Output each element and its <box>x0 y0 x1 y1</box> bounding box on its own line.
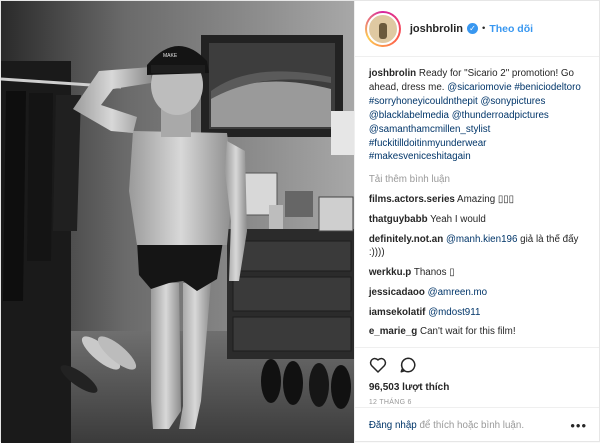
comment-username[interactable]: werkku.p <box>369 267 411 278</box>
caption-tags[interactable]: @sicariomovie #beniciodeltoro #sorryhone… <box>369 82 581 163</box>
svg-text:MAKE: MAKE <box>163 53 178 59</box>
comment-username[interactable]: iamsekolatif <box>369 307 426 318</box>
comment-username[interactable]: films.actors.series <box>369 194 455 205</box>
comment-text: Thanos ▯ <box>413 267 455 279</box>
comment-text: Yeah I would <box>430 214 486 226</box>
avatar-image <box>366 12 399 45</box>
comment-item: jessicadaoo @amreen.mo <box>369 286 587 300</box>
comment-username[interactable]: thatguybabb <box>369 214 428 225</box>
comments-list[interactable]: joshbrolin Ready for "Sicario 2" promoti… <box>355 57 599 347</box>
comment-mention[interactable]: @amreen.mo <box>428 287 488 298</box>
post-actions: 96,503 lượt thích 12 THÁNG 6 <box>354 347 599 407</box>
verified-badge-icon: ✓ <box>466 23 478 34</box>
comment-username[interactable]: jessicadaoo <box>369 287 425 298</box>
comment-item: films.actors.series Amazing ▯▯▯ <box>369 193 587 207</box>
comment-mention[interactable]: @mdost911 <box>428 307 480 318</box>
comment-item: werkku.p Thanos ▯ <box>369 266 587 280</box>
comment-username[interactable]: definitely.not.an <box>369 234 443 245</box>
post-side-panel: joshbrolin ✓ • Theo dõi joshbrolin Ready… <box>353 1 599 443</box>
login-prompt: Đăng nhập để thích hoặc bình luận. <box>369 420 524 431</box>
caption: joshbrolin Ready for "Sicario 2" promoti… <box>369 67 587 164</box>
instagram-post: MAKE joshbrolin ✓ • Theo dõi joshbrolin … <box>0 0 600 443</box>
comment-item: thatguybabb Yeah I would <box>369 213 587 227</box>
avatar[interactable] <box>364 10 401 47</box>
more-options-icon[interactable]: ••• <box>570 418 587 433</box>
comment-mention[interactable]: @manh.kien196 <box>446 234 518 245</box>
follow-button[interactable]: Theo dõi <box>489 23 533 35</box>
post-date: 12 THÁNG 6 <box>368 399 412 406</box>
post-photo[interactable]: MAKE <box>1 1 354 443</box>
caption-username[interactable]: joshbrolin <box>369 68 416 79</box>
action-icons <box>369 356 587 376</box>
comment-text: Can't wait for this film! <box>420 326 516 338</box>
comment-item: e_marie_g Can't wait for this film! <box>369 325 587 339</box>
login-prompt-text: để thích hoặc bình luận. <box>416 420 525 431</box>
load-more-comments-link[interactable]: Tải thêm bình luận <box>369 174 587 185</box>
separator-dot: • <box>481 23 486 34</box>
login-link[interactable]: Đăng nhập <box>369 420 417 431</box>
comment-text: Amazing ▯▯▯ <box>457 194 515 206</box>
heart-icon[interactable] <box>369 356 387 376</box>
comment-icon[interactable] <box>399 356 417 377</box>
comment-item: definitely.not.an @manh.kien196 giả là t… <box>369 233 587 260</box>
comment-username[interactable]: e_marie_g <box>369 326 417 337</box>
post-header: joshbrolin ✓ • Theo dõi <box>354 1 599 57</box>
likes-count[interactable]: 96,503 lượt thích <box>369 382 587 393</box>
header-username[interactable]: joshbrolin <box>410 23 463 35</box>
comment-item: iamsekolatif @mdost911 <box>369 306 587 320</box>
post-image-graphic: MAKE <box>1 1 354 443</box>
add-comment-section: Đăng nhập để thích hoặc bình luận. ••• <box>354 407 599 443</box>
